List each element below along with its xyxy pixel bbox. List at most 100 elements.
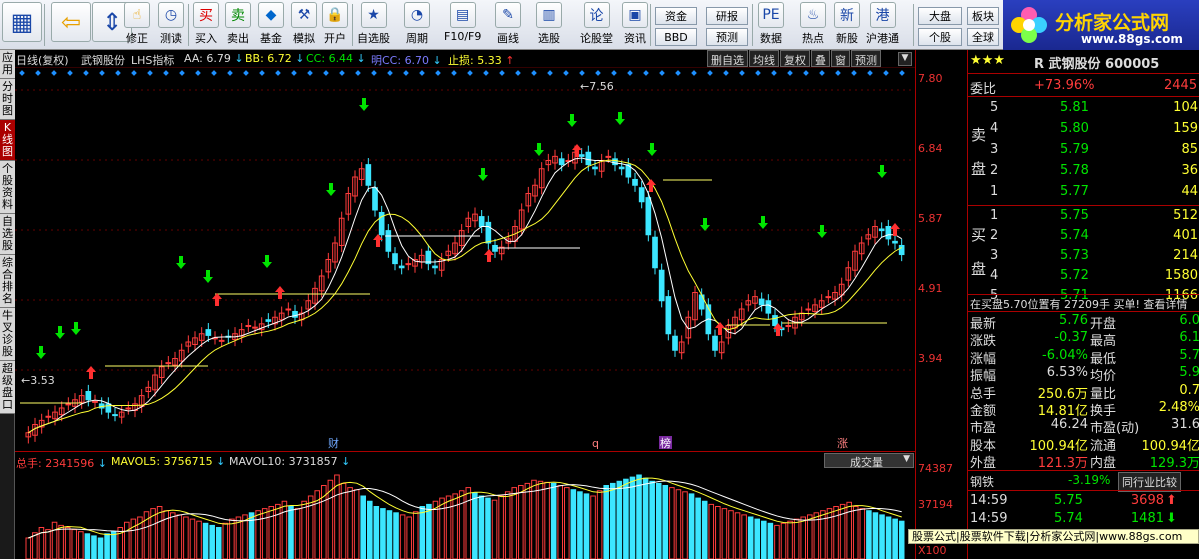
volume-bar	[58, 524, 64, 559]
f10-button[interactable]: ▤ F10/F9	[444, 2, 481, 48]
doc-chart-icon: ▤	[449, 2, 476, 28]
view-tab-2[interactable]: K线图	[0, 120, 15, 161]
sector-button[interactable]: 板块	[967, 7, 999, 25]
view-tab-5[interactable]: 综合排名	[0, 255, 15, 308]
chart-btn-2[interactable]: 复权	[780, 50, 810, 67]
chart-menu-dropdown-icon[interactable]: ▼	[898, 52, 912, 66]
candle-body	[805, 308, 812, 311]
info-button[interactable]: ▣ 资讯	[622, 2, 648, 48]
buy-level: 2	[990, 228, 999, 243]
volume-indicator-select[interactable]: 成交量 ▼	[824, 453, 914, 469]
open-account-button[interactable]: 🔒 开户	[322, 2, 348, 48]
hotspot-button[interactable]: ♨ 热点	[800, 2, 826, 48]
simulate-button[interactable]: ⚒ 模拟	[291, 2, 317, 48]
period-label[interactable]: 日线(复权)	[16, 52, 69, 68]
period-button[interactable]: ◔ 周期	[404, 2, 430, 48]
volume-bar	[491, 499, 498, 559]
buy-icon: 买	[193, 2, 219, 28]
toolbar-label: 自选股	[357, 32, 390, 45]
toolbar-label: 数据	[760, 32, 782, 45]
fund-button[interactable]: ◆ 基金	[258, 2, 284, 48]
volume-bar	[623, 478, 629, 559]
bbd-button[interactable]: BBD	[655, 28, 697, 46]
screen-chart-icon: ▥	[536, 2, 562, 28]
volume-bar	[662, 485, 669, 559]
kline-chart[interactable]: ←7.56 ←3.53 财 q 榜 涨	[15, 68, 915, 451]
volume-chart[interactable]	[15, 469, 915, 559]
sell-volume: 104	[1173, 100, 1198, 115]
back-button[interactable]: ⇦	[51, 2, 91, 48]
brand-logo[interactable]: 分析家公式网 www.88gs.com	[1003, 0, 1199, 50]
drawline-button[interactable]: ✎ 画线	[495, 2, 521, 48]
big-order-notice[interactable]: 在买盘5.70位置有 27209手 买单! 查看详情	[970, 296, 1187, 312]
footer-ad-link[interactable]: 股票公式|股票软件下载|分析家公式网|www.88gs.com	[908, 529, 1199, 544]
toolbar-label: 模拟	[293, 32, 315, 45]
research-button[interactable]: 研报	[706, 7, 748, 25]
signal-diamond	[371, 70, 377, 76]
volume-bar	[636, 474, 642, 559]
volume-bar	[353, 489, 360, 559]
sell-signal-arrow-icon	[615, 112, 625, 125]
chart-btn-1[interactable]: 均线	[749, 50, 779, 67]
volume-bar	[458, 490, 465, 559]
signal-diamond	[403, 70, 409, 76]
volume-bar	[734, 512, 741, 559]
price-tick: 7.80	[918, 72, 943, 85]
sell-price: 5.78	[1060, 163, 1089, 178]
single-stock-button[interactable]: 个股	[918, 28, 962, 46]
sell-signal-arrow-icon	[176, 256, 186, 269]
fund-flow-button[interactable]: 资金	[655, 7, 697, 25]
signal-diamond	[419, 70, 425, 76]
sell-icon: 卖	[225, 2, 251, 28]
volume-bar	[360, 495, 366, 559]
volume-bar	[669, 487, 675, 559]
ma-line-yellow	[28, 159, 902, 434]
chart-btn-0[interactable]: 删自选	[707, 50, 748, 67]
signal-diamond	[755, 70, 761, 76]
signal-diamond	[323, 70, 329, 76]
correction-button[interactable]: ☝ 修正	[124, 2, 150, 48]
view-tab-6[interactable]: 牛叉诊股	[0, 308, 15, 361]
toolbar-label: 资讯	[624, 32, 646, 45]
home-button[interactable]: ▦	[2, 2, 42, 48]
market-button[interactable]: 大盘	[918, 7, 962, 25]
forum-button[interactable]: 论论股堂	[580, 2, 613, 48]
sell-button[interactable]: 卖卖出	[225, 2, 251, 48]
select-stock-button[interactable]: ▥ 选股	[536, 2, 562, 48]
sell-signal-arrow-icon	[71, 322, 81, 335]
global-button[interactable]: 全球	[967, 28, 999, 46]
view-tab-3[interactable]: 个股资料	[0, 161, 15, 214]
event-mark: 涨	[837, 437, 848, 450]
buy-price: 5.74	[1060, 228, 1089, 243]
volume-bar	[504, 491, 511, 559]
industry-compare-button[interactable]: 同行业比较	[1118, 472, 1181, 492]
volume-bar	[91, 535, 97, 559]
view-tab-7[interactable]: 超级盘口	[0, 361, 15, 414]
stat-label: 振幅	[970, 369, 997, 385]
candle-body	[252, 326, 258, 329]
watchlist-button[interactable]: ★ 自选股	[357, 2, 390, 48]
hk-connect-button[interactable]: 港沪港通	[866, 2, 899, 48]
stat-label: 均价	[1090, 369, 1117, 385]
chart-btn-5[interactable]: 预测	[851, 50, 881, 67]
indicator-name[interactable]: LHS指标	[131, 52, 174, 68]
grid-icon: ▦	[2, 2, 42, 42]
sell-price: 5.81	[1060, 100, 1089, 115]
buy-button[interactable]: 买买入	[193, 2, 219, 48]
volume-bar	[439, 497, 445, 559]
data-button[interactable]: PE 数据	[758, 2, 784, 48]
test-button[interactable]: ◷ 测读	[158, 2, 184, 48]
view-tab-1[interactable]: 分时图	[0, 79, 15, 120]
volume-tick: X100	[918, 544, 947, 557]
view-tab-4[interactable]: 自选股	[0, 214, 15, 255]
signal-diamond	[131, 70, 137, 76]
newstock-button[interactable]: 新新股	[834, 2, 860, 48]
chart-btn-3[interactable]: 叠	[811, 50, 830, 67]
signal-diamond	[627, 70, 633, 76]
chart-btn-4[interactable]: 窗	[831, 50, 850, 67]
price-axis: 7.80 6.84 5.87 4.91 3.94 74387 37194 X100	[915, 50, 967, 559]
volume-bar	[373, 506, 380, 559]
volume-bar	[872, 512, 879, 559]
forecast-button[interactable]: 预测	[706, 28, 748, 46]
view-tab-0[interactable]: 应用	[0, 50, 15, 79]
